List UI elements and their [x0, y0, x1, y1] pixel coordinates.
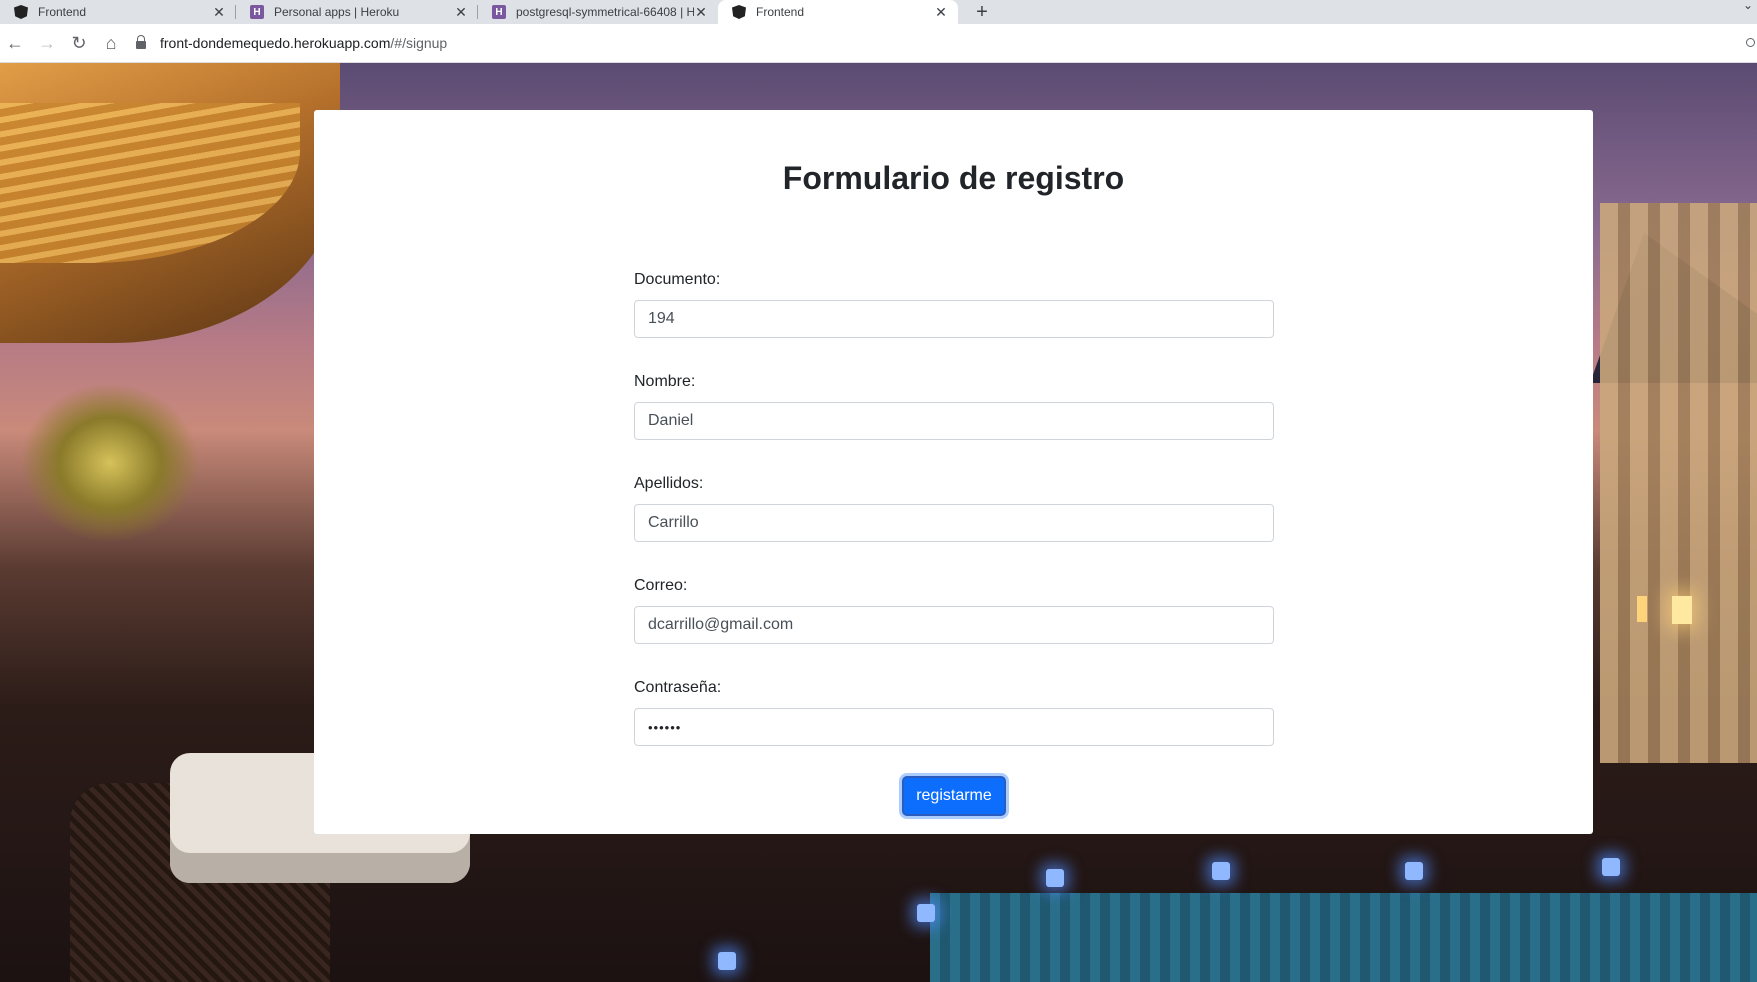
heroku-icon: H	[492, 5, 506, 19]
nombre-label: Nombre:	[634, 373, 696, 390]
contrasena-field-group: Contraseña:	[634, 678, 1274, 746]
tab-title: Frontend	[756, 5, 805, 19]
correo-field-group: Correo:	[634, 576, 1274, 644]
tab-title: Frontend	[38, 5, 87, 19]
email-input[interactable]	[634, 606, 1274, 644]
heroku-icon: H	[250, 5, 264, 19]
apellidos-label: Apellidos:	[634, 475, 704, 492]
angular-icon	[14, 5, 28, 19]
new-tab-icon[interactable]: +	[970, 0, 994, 24]
forward-arrow-icon[interactable]: →	[34, 30, 60, 56]
close-icon[interactable]: ✕	[454, 4, 468, 21]
register-button[interactable]: registarme	[902, 776, 1006, 816]
browser-tab-strip: Frontend ✕ H Personal apps | Heroku ✕ H …	[0, 0, 1757, 24]
correo-label: Correo:	[634, 577, 688, 594]
tab-title: Personal apps | Heroku	[274, 5, 400, 19]
password-label: Contraseña:	[634, 679, 722, 696]
documento-field-group: Documento:	[634, 270, 1274, 338]
back-arrow-icon[interactable]: ←	[2, 30, 28, 56]
browser-tab[interactable]: H postgresql-symmetrical-66408 | H ✕	[478, 0, 718, 24]
tab-title: postgresql-symmetrical-66408 | H	[516, 5, 694, 19]
home-icon[interactable]: ⌂	[98, 30, 124, 56]
reload-icon[interactable]: ↻	[66, 30, 92, 56]
signup-card: Formulario de registro Documento: Nombre…	[314, 110, 1593, 834]
apellidos-input[interactable]	[634, 504, 1274, 542]
browser-toolbar: ← → ↻ ⌂ front-dondemequedo.herokuapp.com…	[0, 24, 1757, 63]
page-title: Formulario de registro	[782, 160, 1125, 196]
documento-input[interactable]	[634, 300, 1274, 338]
extension-icon[interactable]	[1746, 38, 1755, 47]
angular-icon	[732, 5, 746, 19]
url-host: front-dondemequedo.herokuapp.com	[160, 35, 391, 51]
close-icon[interactable]: ✕	[934, 4, 948, 21]
tab-search-chevron-icon[interactable]: ⌄	[1743, 0, 1753, 12]
browser-tab[interactable]: H Personal apps | Heroku ✕	[236, 0, 478, 24]
address-bar[interactable]: front-dondemequedo.herokuapp.com/#/signu…	[136, 29, 1746, 57]
lock-icon[interactable]	[136, 35, 146, 49]
password-input[interactable]	[634, 708, 1274, 746]
apellidos-field-group: Apellidos:	[634, 474, 1274, 542]
close-icon[interactable]: ✕	[212, 4, 226, 21]
browser-tab[interactable]: Frontend ✕	[0, 0, 236, 24]
browser-tab-active[interactable]: Frontend ✕	[718, 0, 958, 24]
documento-label: Documento:	[634, 271, 721, 288]
url-path: /#/signup	[390, 35, 448, 51]
nombre-field-group: Nombre:	[634, 372, 1274, 440]
close-icon[interactable]: ✕	[694, 4, 708, 21]
nombre-input[interactable]	[634, 402, 1274, 440]
